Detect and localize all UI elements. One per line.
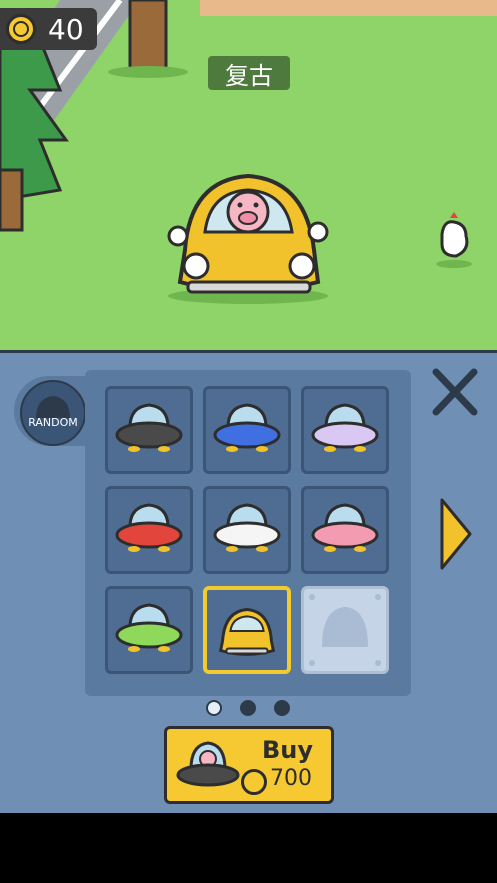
close-icon (432, 368, 478, 416)
coin-icon (6, 14, 36, 44)
vehicle-slot[interactable] (105, 486, 193, 574)
vehicle-slot[interactable] (105, 586, 193, 674)
close-button[interactable] (428, 368, 482, 416)
vehicle-slot-selected[interactable] (203, 586, 291, 674)
ufo-pink-donut-icon (311, 503, 379, 552)
buy-price: 700 (270, 766, 312, 791)
vehicle-slot[interactable] (301, 386, 389, 474)
vehicle-slot[interactable] (203, 386, 291, 474)
random-button[interactable] (20, 380, 86, 446)
vehicle-slot[interactable] (301, 486, 389, 574)
coin-count: 40 (48, 12, 84, 46)
ufo-blue-icon (213, 403, 281, 452)
retro-car-icon (218, 608, 276, 656)
dirt-path (200, 0, 497, 16)
chicken (436, 212, 472, 268)
vehicle-slot[interactable] (203, 486, 291, 574)
buy-label: Buy (262, 736, 314, 764)
ufo-pig-icon (176, 741, 240, 787)
ufo-green-donut-icon (115, 603, 183, 652)
ufo-gray-icon (115, 403, 183, 452)
tree-trunk (128, 0, 168, 72)
vehicle-slot[interactable] (105, 386, 193, 474)
page-dot[interactable] (240, 700, 256, 716)
scene-art (0, 0, 497, 304)
bottom-bar (0, 813, 497, 883)
chevron-right-icon (440, 498, 472, 570)
next-page-button[interactable] (438, 496, 474, 572)
coin-icon (241, 769, 267, 795)
tree-shadow (108, 66, 188, 78)
random-label: RANDOM (28, 416, 78, 429)
page-dot-active[interactable] (206, 700, 222, 716)
ufo-silhouette-icon (36, 396, 70, 418)
ufo-silhouette-icon (309, 594, 381, 666)
pine-trunk (0, 168, 24, 232)
player-car (167, 173, 329, 304)
vehicle-grid (85, 370, 411, 696)
vehicle-name-label: 复古 (208, 56, 290, 90)
ufo-red-icon (115, 503, 183, 552)
game-scene: 40 复古 (0, 0, 497, 350)
coin-counter: 40 (0, 8, 97, 50)
ufo-lavender-icon (311, 403, 379, 452)
page-dot[interactable] (274, 700, 290, 716)
ufo-white-icon (213, 503, 281, 552)
locked-slot[interactable] (301, 586, 389, 674)
